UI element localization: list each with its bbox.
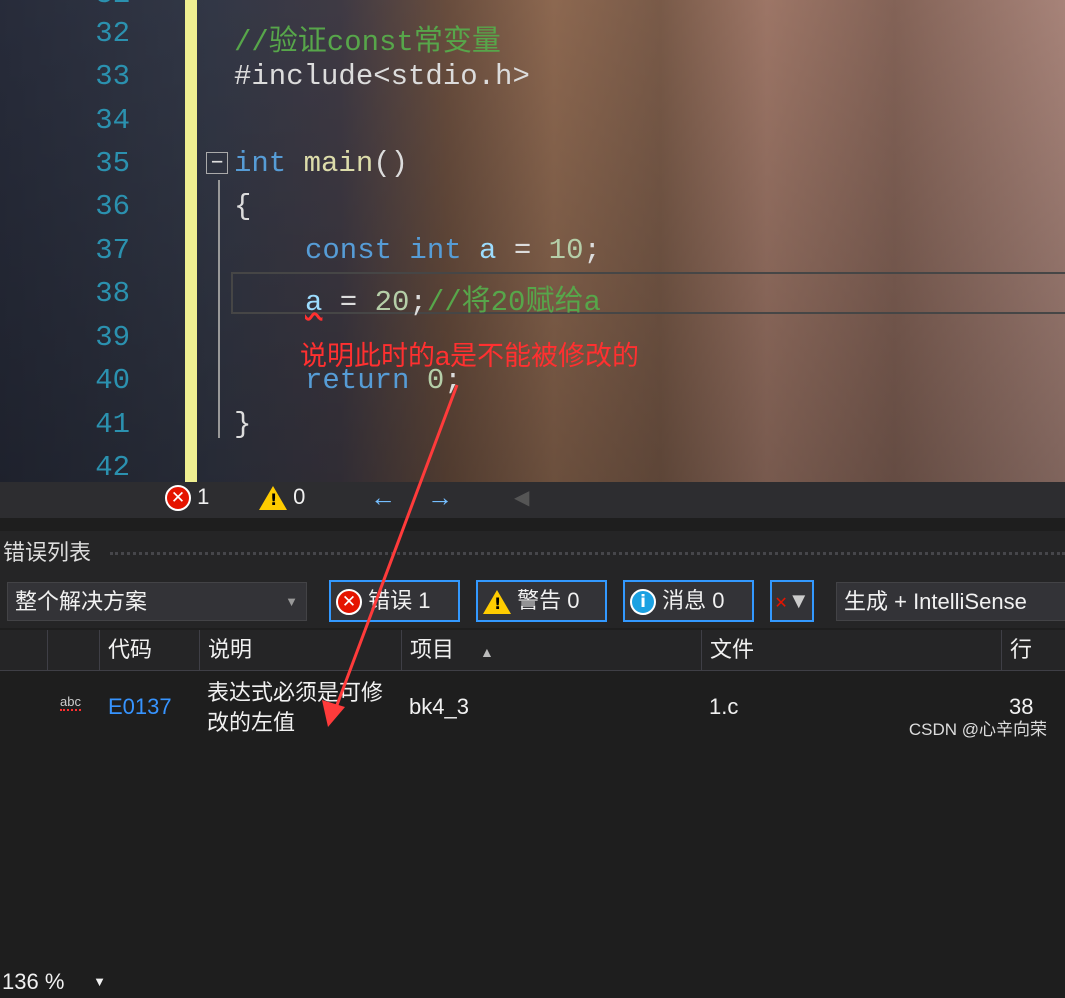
code-line: int main()	[234, 147, 409, 180]
column-header-code[interactable]: 代码	[99, 630, 199, 670]
code-line: //验证const常变量	[234, 26, 501, 59]
column-header-file[interactable]: 文件	[701, 630, 1001, 670]
error-list-title: 错误列表	[0, 531, 1065, 575]
line-number: 35	[95, 147, 130, 180]
line-number: 31	[60, 0, 130, 11]
line-number: 36	[95, 190, 130, 223]
errors-filter-button[interactable]: ✕ 错误 1	[329, 580, 460, 622]
scroll-left-icon[interactable]: ◀	[514, 485, 529, 510]
collapse-icon[interactable]: −	[206, 151, 228, 174]
next-arrow-icon[interactable]: →	[427, 482, 453, 513]
error-file: 1.c	[709, 694, 739, 719]
error-code[interactable]: E0137	[108, 694, 172, 720]
editor-status-bar: 136 % ▼ ✕ 1 ! 0 ← → ◀	[0, 482, 1065, 998]
chevron-down-icon: ▼	[93, 974, 106, 989]
line-number: 38	[95, 277, 130, 310]
scope-dropdown[interactable]: 整个解决方案 ▼	[7, 582, 307, 621]
line-number: 37	[95, 234, 130, 267]
code-line: }	[234, 408, 252, 441]
warning-icon: !	[483, 590, 511, 615]
filter-icon[interactable]: ✕▼	[770, 580, 814, 622]
line-number: 39	[95, 321, 130, 354]
error-icon: ✕	[336, 589, 362, 616]
line-number: 41	[95, 408, 130, 441]
column-header-description[interactable]: 说明	[199, 630, 401, 670]
line-number: 32	[95, 17, 130, 50]
code-line: a = 20;//将20赋给a	[305, 286, 601, 319]
column-header-icon[interactable]	[47, 630, 99, 670]
messages-filter-button[interactable]: i 消息 0	[623, 580, 754, 622]
column-header-line[interactable]: 行	[1001, 630, 1065, 670]
code-line: {	[234, 190, 252, 223]
error-list-header: 代码 说明 项目 ▲ 文件 行	[0, 630, 1065, 671]
warning-count[interactable]: ! 0	[259, 484, 305, 511]
build-filter-dropdown[interactable]: 生成 + IntelliSense	[836, 582, 1065, 621]
code-line: const int a = 10;	[305, 234, 601, 267]
column-header-project[interactable]: 项目 ▲	[401, 630, 701, 670]
line-number: 42	[95, 451, 130, 482]
annotation-text: 说明此时的a是不能被修改的	[300, 341, 640, 371]
watermark: CSDN @心辛向荣	[908, 720, 1047, 739]
error-count[interactable]: ✕ 1	[165, 484, 209, 512]
line-number: 33	[95, 60, 130, 93]
error-project: bk4_3	[409, 694, 469, 719]
zoom-dropdown[interactable]: 136 % ▼	[0, 966, 112, 998]
info-icon: i	[630, 589, 656, 616]
indent-guide	[218, 180, 220, 438]
warnings-filter-button[interactable]: ! 警告 0	[476, 580, 607, 622]
chevron-down-icon: ▼	[285, 594, 298, 609]
intellisense-icon: abc	[60, 694, 81, 711]
line-number: 34	[95, 104, 130, 137]
code-line: #include<stdio.h>	[234, 60, 530, 93]
change-margin	[185, 0, 197, 482]
error-description: 表达式必须是可修改的左值	[207, 680, 384, 735]
previous-arrow-icon[interactable]: ←	[370, 482, 396, 513]
warning-icon: !	[259, 486, 287, 511]
table-row[interactable]: abc E0137 表达式必须是可修改的左值 bk4_3 1.c 38	[0, 672, 1065, 746]
sort-ascending-icon: ▲	[480, 644, 494, 660]
error-icon: ✕	[165, 485, 191, 512]
code-editor[interactable]: 31 32 33 34 35 36 37 38 39 40 41 42 − //…	[0, 0, 1065, 482]
line-number: 40	[95, 364, 130, 397]
